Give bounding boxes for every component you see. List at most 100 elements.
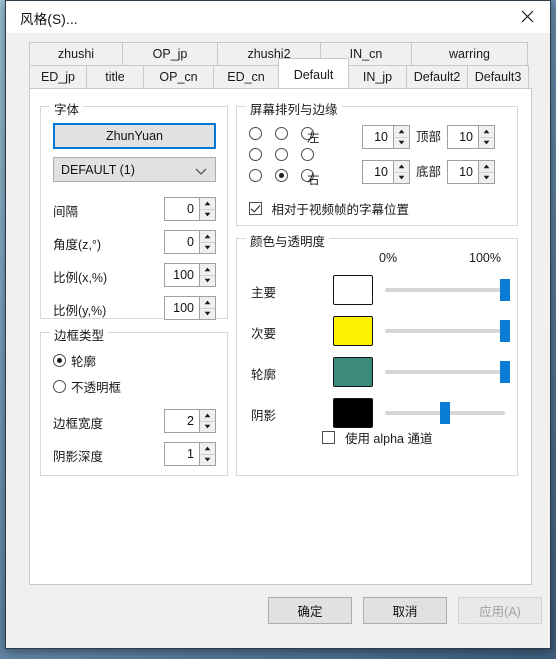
charset-combobox[interactable]: DEFAULT (1) bbox=[53, 157, 216, 182]
border-field-1-spinner-up-icon[interactable] bbox=[200, 443, 215, 455]
border-field-0-spinner[interactable]: 2 bbox=[164, 409, 216, 433]
color-row-2-swatch[interactable] bbox=[333, 357, 373, 387]
font-field-1-spinner-up-icon[interactable] bbox=[200, 231, 215, 243]
margin-0-spinner-b-down-icon[interactable] bbox=[479, 138, 494, 149]
color-row-3-alpha-slider[interactable] bbox=[385, 396, 505, 430]
font-field-3-spinner-value: 100 bbox=[173, 301, 194, 315]
alignment-radio-grid bbox=[249, 123, 314, 186]
border-radio-0-control[interactable] bbox=[53, 354, 66, 367]
margin-0-spinner-a-value: 10 bbox=[374, 130, 388, 145]
tab-ed_jp[interactable]: ED_jp bbox=[29, 65, 87, 88]
margin-0-spinner-b[interactable]: 10 bbox=[447, 125, 496, 150]
color-row-1-slider-track bbox=[385, 329, 505, 333]
margin-1-spinner-a-up-icon[interactable] bbox=[394, 161, 409, 173]
font-field-3-spinner-up-icon[interactable] bbox=[200, 297, 215, 309]
color-row-0-slider-thumb[interactable] bbox=[500, 279, 510, 301]
tab-default2[interactable]: Default2 bbox=[406, 65, 468, 88]
border-field-0-spinner-down-icon[interactable] bbox=[200, 422, 215, 433]
align-label-right: 右 bbox=[307, 173, 320, 187]
font-field-1: 角度(z,°) 0 bbox=[53, 230, 216, 254]
border-field-1-spinner[interactable]: 1 bbox=[164, 442, 216, 466]
alpha-channel-checkbox-row[interactable]: 使用 alpha 通道 bbox=[237, 428, 517, 447]
align-row-0 bbox=[249, 123, 314, 144]
tab-in_jp[interactable]: IN_jp bbox=[348, 65, 407, 88]
relative-position-checkbox-row[interactable]: 相对于视频帧的字幕位置 bbox=[249, 199, 409, 218]
alpha-channel-checkbox[interactable] bbox=[321, 431, 335, 444]
margin-0-spinner-a[interactable]: 10 bbox=[362, 125, 410, 150]
border-field-0-spinner-up-icon[interactable] bbox=[200, 410, 215, 422]
align-radio-2-0[interactable] bbox=[249, 169, 262, 182]
align-radio-1-0[interactable] bbox=[249, 148, 262, 161]
tab-op_cn[interactable]: OP_cn bbox=[143, 65, 214, 88]
align-radio-2-1[interactable] bbox=[275, 169, 288, 182]
font-field-3-spinner-down-icon[interactable] bbox=[200, 309, 215, 320]
margin-1-spinner-a-down-icon[interactable] bbox=[394, 173, 409, 184]
color-row-1-alpha-slider[interactable] bbox=[385, 314, 510, 348]
color-row-3-slider-thumb[interactable] bbox=[440, 402, 450, 424]
align-radio-1-1[interactable] bbox=[275, 148, 288, 161]
border-field-1-spinner-value: 1 bbox=[187, 447, 194, 461]
border-field-0: 边框宽度 2 bbox=[53, 409, 216, 433]
tab-default3[interactable]: Default3 bbox=[467, 65, 529, 88]
margin-0-spinner-a-up-icon[interactable] bbox=[394, 126, 409, 138]
font-field-0-spinner[interactable]: 0 bbox=[164, 197, 216, 221]
color-row-2-alpha-slider[interactable] bbox=[385, 355, 510, 389]
tab-title[interactable]: title bbox=[86, 65, 144, 88]
margin-1-spinner-a-value: 10 bbox=[374, 165, 388, 180]
margin-1-spinner-b[interactable]: 10 bbox=[447, 160, 496, 185]
close-icon[interactable] bbox=[505, 1, 550, 32]
font-field-0-spinner-up-icon[interactable] bbox=[200, 198, 215, 210]
font-field-3-spinner-buttons bbox=[199, 297, 215, 319]
font-field-3-spinner[interactable]: 100 bbox=[164, 296, 216, 320]
font-field-2-spinner[interactable]: 100 bbox=[164, 263, 216, 287]
align-radio-0-1[interactable] bbox=[275, 127, 288, 140]
font-field-2-spinner-down-icon[interactable] bbox=[200, 276, 215, 287]
chevron-down-icon bbox=[195, 165, 207, 179]
color-row-0-alpha-slider[interactable] bbox=[385, 273, 510, 307]
alpha-channel-label: 使用 alpha 通道 bbox=[344, 432, 433, 446]
margin-1-spinner-a-buttons bbox=[393, 161, 409, 184]
font-field-0-label: 间隔 bbox=[53, 205, 79, 219]
color-row-1-swatch[interactable] bbox=[333, 316, 373, 346]
margin-1-spinner-a[interactable]: 10 bbox=[362, 160, 410, 185]
relative-position-checkbox[interactable] bbox=[249, 202, 262, 215]
tab-ed_cn[interactable]: ED_cn bbox=[213, 65, 279, 88]
align-row-1 bbox=[249, 144, 314, 165]
tab-row-bottom: ED_jp title OP_cn ED_cn Default IN_jp Default2… bbox=[29, 58, 529, 88]
margin-0-spinner-b-up-icon[interactable] bbox=[479, 126, 495, 138]
color-row-1-label: 次要 bbox=[251, 327, 277, 341]
ok-button[interactable]: 确定 bbox=[268, 597, 352, 624]
margin-1-label: 底部 bbox=[416, 165, 442, 179]
margin-0-spinner-a-buttons bbox=[393, 126, 409, 149]
tab-warring[interactable]: warring bbox=[411, 42, 528, 65]
align-radio-0-0[interactable] bbox=[249, 127, 262, 140]
cancel-button[interactable]: 取消 bbox=[363, 597, 447, 624]
tab-default[interactable]: Default bbox=[278, 58, 349, 88]
margin-row-1: 10 底部 10 bbox=[362, 160, 496, 185]
align-row-2 bbox=[249, 165, 314, 186]
tab-op_jp[interactable]: OP_jp bbox=[122, 42, 218, 65]
font-name-button[interactable]: ZhunYuan bbox=[53, 123, 216, 149]
font-field-1-spinner-down-icon[interactable] bbox=[200, 243, 215, 254]
border-field-0-spinner-value: 2 bbox=[187, 414, 194, 428]
border-field-1-spinner-down-icon[interactable] bbox=[200, 455, 215, 466]
font-field-0-spinner-down-icon[interactable] bbox=[200, 210, 215, 221]
color-row-2-slider-thumb[interactable] bbox=[500, 361, 510, 383]
tab-zhushi[interactable]: zhushi bbox=[29, 42, 123, 65]
color-row-3-swatch[interactable] bbox=[333, 398, 373, 428]
margin-1-spinner-b-down-icon[interactable] bbox=[479, 173, 494, 184]
margin-0-spinner-a-down-icon[interactable] bbox=[394, 138, 409, 149]
font-field-1-spinner[interactable]: 0 bbox=[164, 230, 216, 254]
border-field-1-spinner-buttons bbox=[199, 443, 215, 465]
color-row-0: 主要 bbox=[237, 273, 517, 307]
color-row-0-swatch[interactable] bbox=[333, 275, 373, 305]
color-row-1-slider-thumb[interactable] bbox=[500, 320, 510, 342]
dialog-footer: 确定 取消 应用(A) bbox=[6, 586, 550, 648]
align-radio-1-2[interactable] bbox=[301, 148, 314, 161]
border-radio-1[interactable]: 不透明框 bbox=[53, 377, 121, 396]
border-radio-0[interactable]: 轮廓 bbox=[53, 351, 96, 370]
border-radio-1-control[interactable] bbox=[53, 380, 66, 393]
margin-1-spinner-b-up-icon[interactable] bbox=[479, 161, 495, 173]
margin-0-label: 顶部 bbox=[416, 130, 442, 144]
font-field-2-spinner-up-icon[interactable] bbox=[200, 264, 215, 276]
